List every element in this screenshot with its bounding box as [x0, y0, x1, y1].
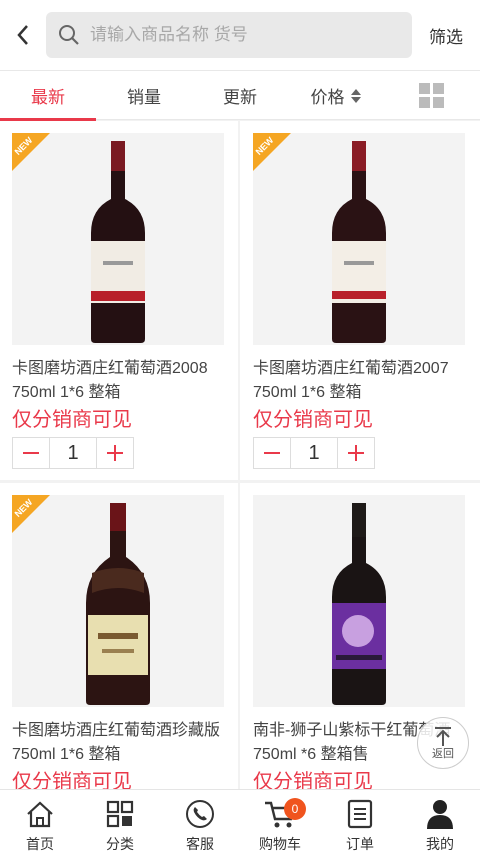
home-icon — [23, 798, 57, 830]
minus-icon — [264, 452, 280, 454]
product-card[interactable]: NEW 卡图磨坊酒庄红葡萄酒2007 750ml 1*6 整箱 仅分销商可见 1 — [240, 121, 480, 483]
back-button[interactable] — [0, 0, 46, 70]
nav-service[interactable]: 客服 — [160, 790, 240, 861]
tab-updated[interactable]: 更新 — [192, 71, 288, 120]
category-icon — [103, 798, 137, 830]
sort-tabs: 最新 销量 更新 价格 — [0, 70, 480, 121]
top-bar: 筛选 — [0, 0, 480, 70]
back-to-top-button[interactable]: 返回 — [417, 717, 469, 769]
tab-label: 销量 — [127, 88, 161, 107]
tab-sales[interactable]: 销量 — [96, 71, 192, 120]
tab-label: 更新 — [223, 88, 257, 107]
back-to-top-label: 返回 — [432, 748, 454, 760]
bottom-nav: 首页 分类 客服 0 购物车 订单 我的 — [0, 789, 480, 861]
plus-icon — [348, 445, 364, 461]
quantity-stepper: 1 — [12, 437, 134, 469]
nav-label: 订单 — [346, 836, 374, 852]
search-icon — [59, 25, 79, 45]
nav-category[interactable]: 分类 — [80, 790, 160, 861]
wine-bottle-image — [332, 503, 386, 705]
increase-button[interactable] — [338, 438, 374, 468]
nav-label: 客服 — [186, 836, 214, 852]
product-image[interactable]: NEW — [12, 495, 224, 707]
phone-icon — [183, 798, 217, 830]
filter-button[interactable]: 筛选 — [412, 23, 480, 48]
plus-icon — [107, 445, 123, 461]
price-note: 仅分销商可见 — [253, 409, 373, 431]
chevron-left-icon — [17, 25, 28, 45]
wine-bottle-image — [91, 141, 145, 343]
wine-bottle-image — [86, 503, 150, 705]
quantity-value[interactable]: 1 — [290, 438, 338, 468]
tab-price[interactable]: 价格 — [288, 71, 384, 120]
nav-label: 首页 — [26, 836, 54, 852]
product-image[interactable]: NEW — [12, 133, 224, 345]
product-name[interactable]: 卡图磨坊酒庄红葡萄酒2008 750ml 1*6 整箱 — [12, 357, 226, 405]
product-name[interactable]: 卡图磨坊酒庄红葡萄酒2007 750ml 1*6 整箱 — [253, 357, 468, 405]
arrow-up-icon — [435, 727, 451, 746]
decrease-button[interactable] — [13, 438, 49, 468]
product-image[interactable] — [253, 495, 465, 707]
nav-label: 分类 — [106, 836, 134, 852]
search-box[interactable] — [46, 12, 412, 58]
quantity-stepper: 1 — [253, 437, 375, 469]
user-icon — [423, 798, 457, 830]
nav-orders[interactable]: 订单 — [320, 790, 400, 861]
quantity-value[interactable]: 1 — [49, 438, 97, 468]
tab-newest[interactable]: 最新 — [0, 71, 96, 121]
tab-label: 价格 — [310, 88, 345, 107]
tab-label: 最新 — [31, 88, 65, 107]
layout-toggle-button[interactable] — [384, 71, 480, 120]
search-input[interactable] — [90, 25, 390, 45]
product-list-page: 筛选 最新 销量 更新 价格 — [0, 0, 480, 861]
nav-cart[interactable]: 0 购物车 — [240, 790, 320, 861]
decrease-button[interactable] — [254, 438, 290, 468]
product-card[interactable]: NEW 卡图磨坊酒庄红葡萄酒2008 750ml 1*6 整箱 仅分销商可见 1 — [0, 121, 240, 483]
nav-home[interactable]: 首页 — [0, 790, 80, 861]
nav-profile[interactable]: 我的 — [400, 790, 480, 861]
minus-icon — [23, 452, 39, 454]
wine-bottle-image — [332, 141, 386, 343]
product-grid: NEW 卡图磨坊酒庄红葡萄酒2008 750ml 1*6 整箱 仅分销商可见 1 — [0, 121, 480, 845]
order-icon — [343, 798, 377, 830]
nav-label: 购物车 — [259, 836, 301, 852]
cart-count-badge: 0 — [284, 798, 306, 820]
increase-button[interactable] — [97, 438, 133, 468]
sort-arrows-icon — [350, 88, 362, 104]
grid-view-icon — [419, 82, 444, 108]
product-name[interactable]: 卡图磨坊酒庄红葡萄酒珍藏版750ml 1*6 整箱 — [12, 719, 226, 767]
product-image[interactable]: NEW — [253, 133, 465, 345]
nav-label: 我的 — [426, 836, 454, 852]
price-note: 仅分销商可见 — [12, 409, 132, 431]
